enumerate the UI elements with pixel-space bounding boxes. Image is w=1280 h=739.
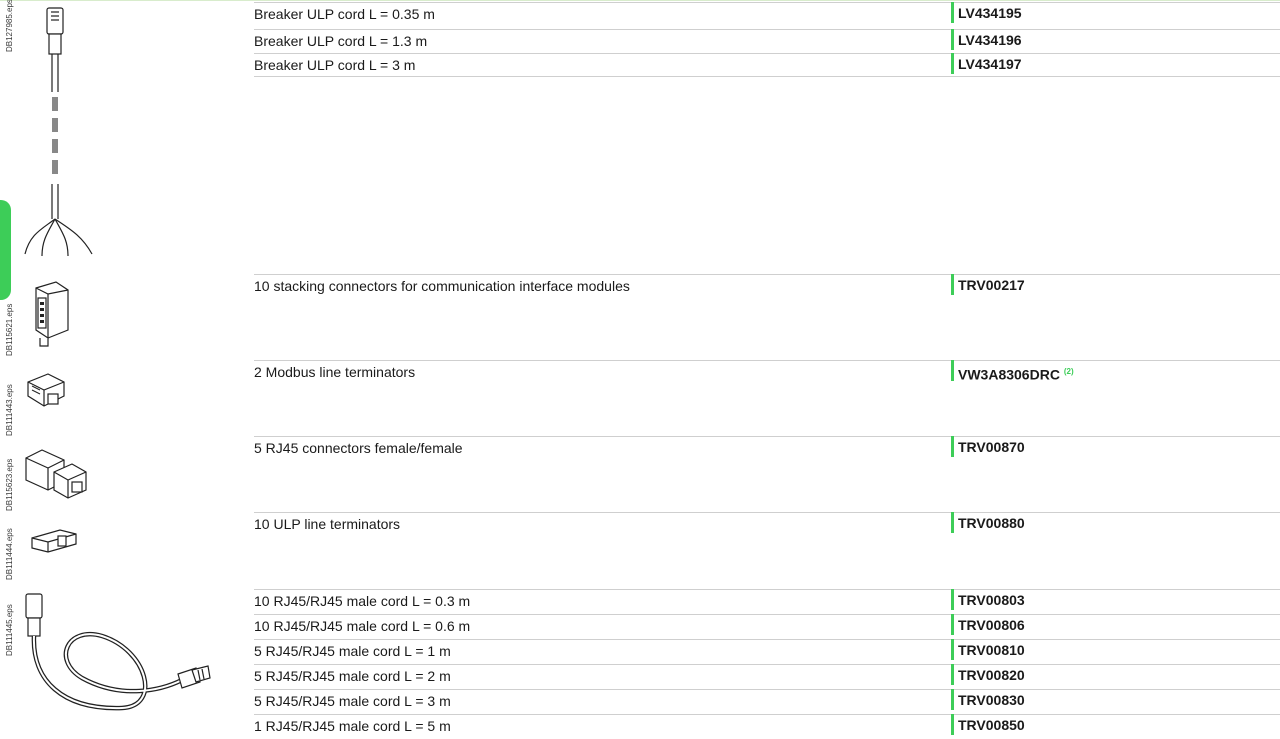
table-row: 10 ULP line terminators TRV00880: [254, 512, 1280, 533]
figure-label: DB115621.eps: [5, 303, 14, 356]
catalog-reference: LV434195: [951, 2, 1022, 23]
table-row: 1 RJ45/RJ45 male cord L = 5 m TRV00850: [254, 714, 1280, 738]
table-row: 5 RJ45/RJ45 male cord L = 3 m TRV00830: [254, 689, 1280, 710]
table-row: 10 RJ45/RJ45 male cord L = 0.3 m TRV0080…: [254, 589, 1280, 610]
catalog-reference: TRV00217: [951, 274, 1025, 295]
item-description: 5 RJ45/RJ45 male cord L = 2 m: [254, 668, 451, 684]
footnote-marker: (2): [1063, 367, 1074, 376]
figure-label: DB127985.eps: [5, 0, 14, 52]
table-row: 5 RJ45 connectors female/female TRV00870: [254, 436, 1280, 457]
rj45-cord-illustration: [25, 593, 211, 711]
item-description: 10 ULP line terminators: [254, 516, 401, 532]
item-description: 2 Modbus line terminators: [254, 364, 416, 380]
catalog-reference: TRV00820: [951, 664, 1025, 685]
table-row: Breaker ULP cord L = 3 m LV434197: [254, 53, 1280, 77]
rj45-female-connector-illustration: [25, 449, 87, 499]
catalog-reference: TRV00810: [951, 639, 1025, 660]
item-description: Breaker ULP cord L = 1.3 m: [254, 33, 428, 49]
table-row: 10 RJ45/RJ45 male cord L = 0.6 m TRV0080…: [254, 614, 1280, 635]
table-row: 5 RJ45/RJ45 male cord L = 1 m TRV00810: [254, 639, 1280, 660]
item-description: 1 RJ45/RJ45 male cord L = 5 m: [254, 718, 451, 734]
catalog-reference: TRV00830: [951, 689, 1025, 710]
item-description: 5 RJ45 connectors female/female: [254, 440, 463, 456]
catalog-reference: TRV00806: [951, 614, 1025, 635]
catalog-reference: TRV00880: [951, 512, 1025, 533]
item-description: 5 RJ45/RJ45 male cord L = 3 m: [254, 693, 451, 709]
top-rule: [0, 0, 1280, 1]
modbus-terminator-illustration: [27, 373, 65, 407]
stacking-connector-illustration: [35, 281, 69, 347]
ulp-terminator-illustration: [31, 529, 77, 553]
catalog-reference: LV434197: [951, 53, 1022, 74]
catalog-reference: TRV00870: [951, 436, 1025, 457]
section-tab: [0, 200, 11, 300]
catalog-reference: TRV00850: [951, 714, 1025, 735]
catalog-reference-code: VW3A8306DRC: [958, 366, 1060, 383]
item-description: Breaker ULP cord L = 3 m: [254, 57, 416, 73]
catalog-reference: VW3A8306DRC (2): [951, 360, 1074, 383]
item-description: 10 stacking connectors for communication…: [254, 278, 630, 294]
figure-label: DB111444.eps: [5, 528, 14, 580]
figure-label: DB115623.eps: [5, 458, 14, 511]
figure-label: DB111443.eps: [5, 384, 14, 436]
table-row: Breaker ULP cord L = 1.3 m LV434196: [254, 29, 1280, 50]
item-description: 10 RJ45/RJ45 male cord L = 0.3 m: [254, 593, 471, 609]
table-row: Breaker ULP cord L = 0.35 m LV434195: [254, 2, 1280, 23]
table-row: 5 RJ45/RJ45 male cord L = 2 m TRV00820: [254, 664, 1280, 685]
item-description: 10 RJ45/RJ45 male cord L = 0.6 m: [254, 618, 471, 634]
figure-label: DB111445.eps: [5, 604, 14, 656]
catalog-reference: LV434196: [951, 29, 1022, 50]
item-description: Breaker ULP cord L = 0.35 m: [254, 6, 435, 22]
ulp-cord-illustration: [24, 7, 93, 257]
table-row: 2 Modbus line terminators VW3A8306DRC (2…: [254, 360, 1280, 383]
table-row: 10 stacking connectors for communication…: [254, 274, 1280, 295]
item-description: 5 RJ45/RJ45 male cord L = 1 m: [254, 643, 451, 659]
catalog-reference: TRV00803: [951, 589, 1025, 610]
